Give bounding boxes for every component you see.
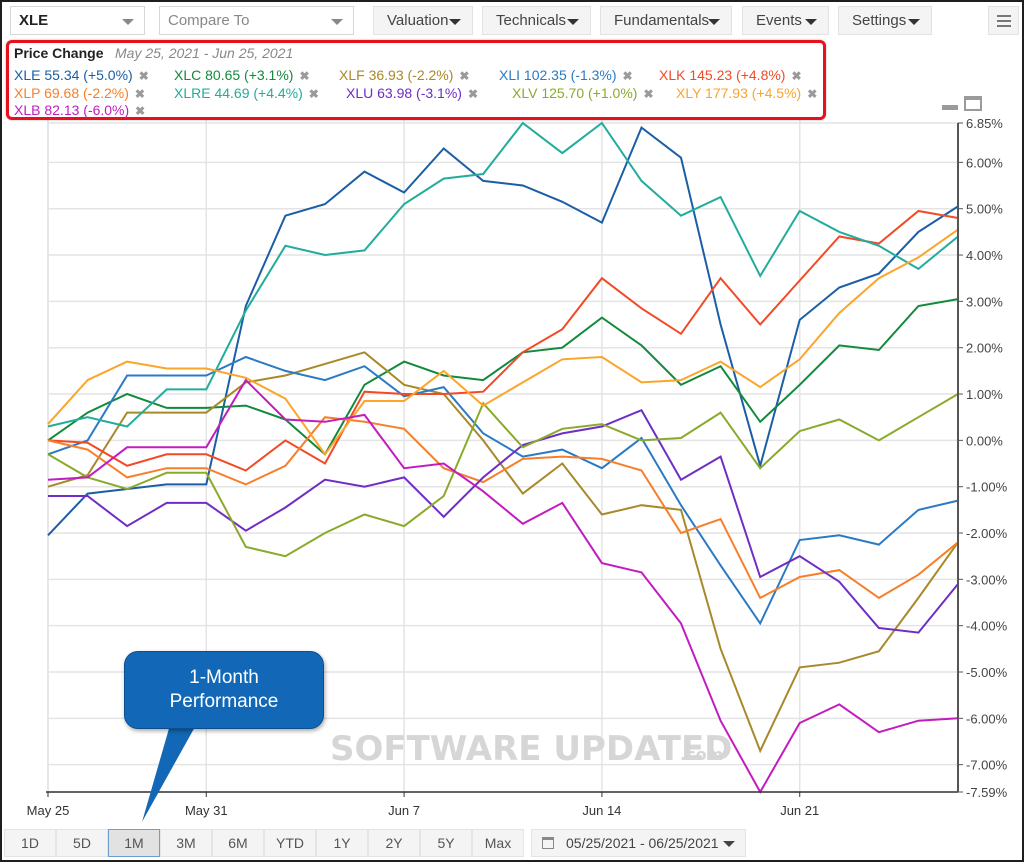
- callout-tail: [142, 725, 196, 822]
- range-button-ytd[interactable]: YTD: [264, 829, 316, 857]
- callout-line-1: 1-Month: [189, 667, 259, 688]
- calendar-icon: [542, 837, 554, 849]
- callout-1-month-performance: 1-Month Performance: [124, 651, 324, 729]
- callout-line-2: Performance: [169, 691, 279, 712]
- range-button-1m[interactable]: 1M: [108, 829, 160, 857]
- caret-down-icon: [723, 841, 735, 847]
- range-button-1y[interactable]: 1Y: [316, 829, 368, 857]
- callout-pointer: [142, 725, 196, 822]
- range-button-6m[interactable]: 6M: [212, 829, 264, 857]
- range-button-2y[interactable]: 2Y: [368, 829, 420, 857]
- range-button-5d[interactable]: 5D: [56, 829, 108, 857]
- range-button-3m[interactable]: 3M: [160, 829, 212, 857]
- range-button-1d[interactable]: 1D: [4, 829, 56, 857]
- range-button-5y[interactable]: 5Y: [420, 829, 472, 857]
- range-button-max[interactable]: Max: [472, 829, 524, 857]
- date-range-picker[interactable]: 05/25/2021 - 06/25/2021: [531, 829, 746, 857]
- date-range-value: 05/25/2021 - 06/25/2021: [566, 835, 719, 851]
